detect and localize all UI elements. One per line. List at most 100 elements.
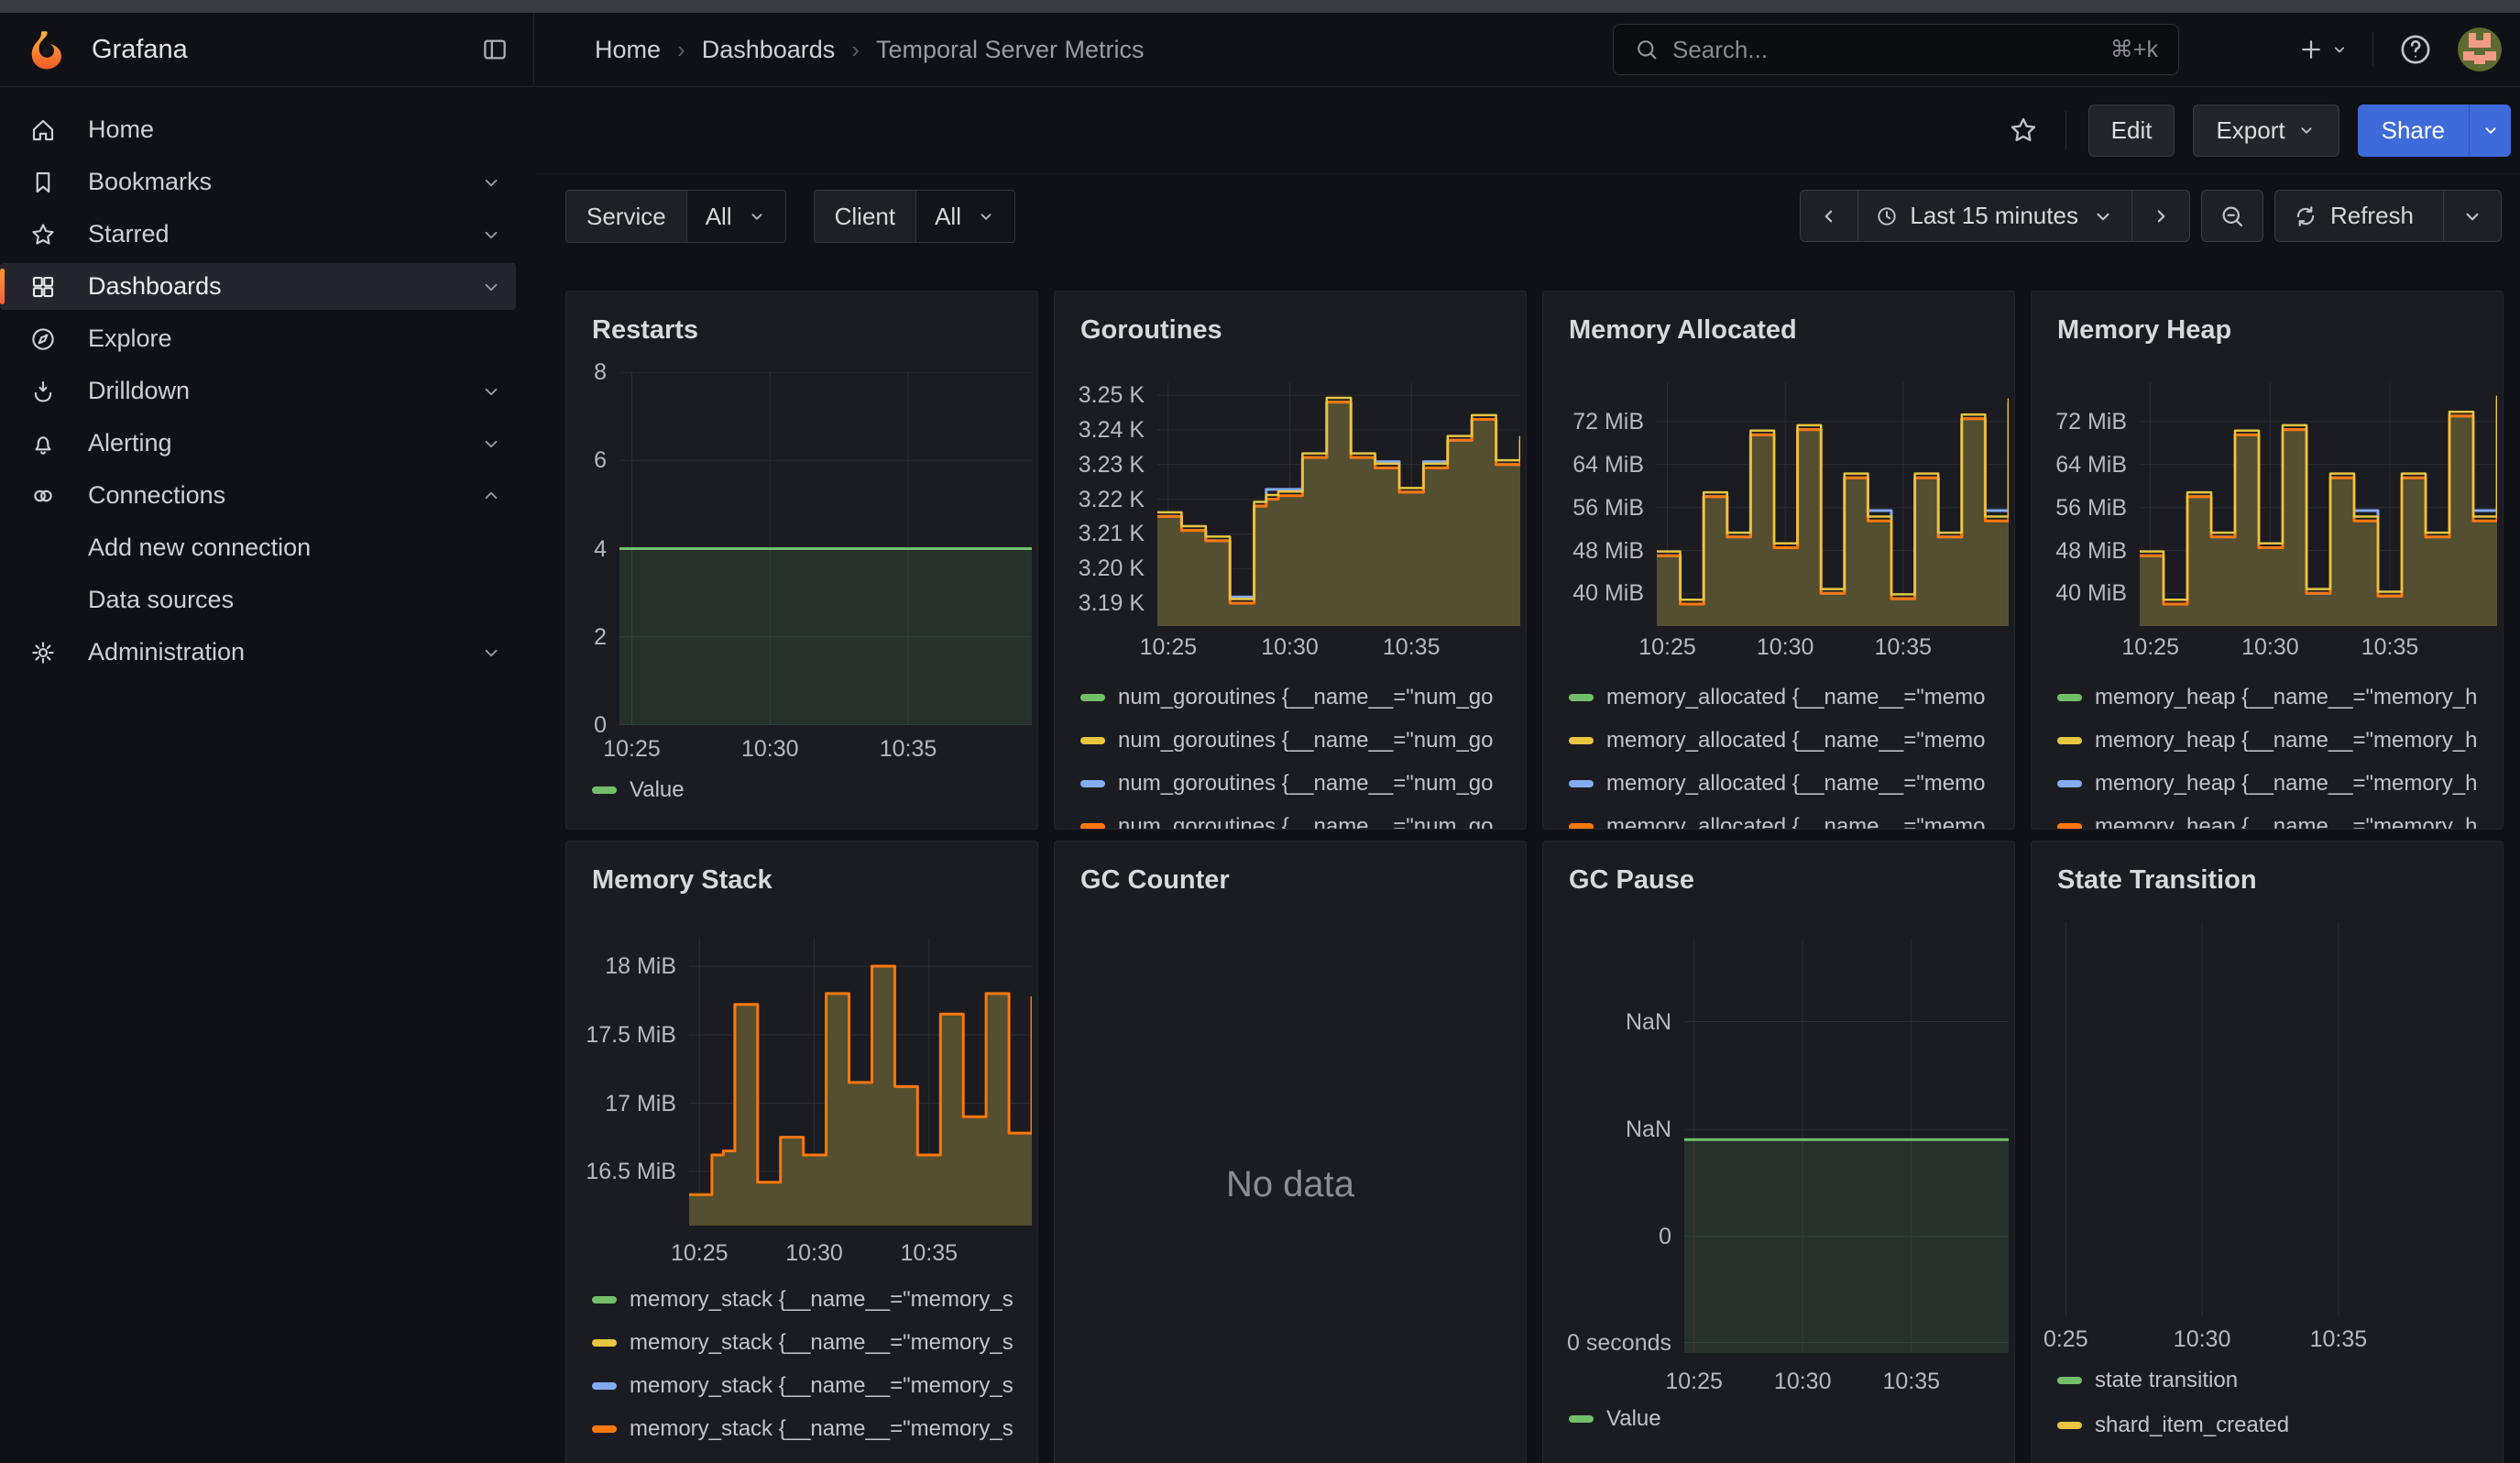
- star-outline-icon: [2008, 115, 2039, 146]
- zoom-out-icon: [2219, 203, 2246, 230]
- chart-plot-area[interactable]: [619, 372, 1032, 725]
- sidebar-item-home[interactable]: Home: [18, 106, 516, 153]
- chart-plot-area[interactable]: [2140, 382, 2497, 626]
- legend-swatch-icon: [1569, 780, 1594, 787]
- favorite-dashboard-button[interactable]: [2003, 110, 2043, 150]
- breadcrumb-home[interactable]: Home: [595, 36, 661, 64]
- legend-item[interactable]: num_goroutines {__name__="num_go: [1080, 686, 1507, 710]
- legend-item[interactable]: memory_stack {__name__="memory_s: [592, 1331, 1019, 1355]
- chart-plot-area[interactable]: [2041, 922, 2495, 1316]
- refresh-button[interactable]: Refresh: [2275, 191, 2444, 241]
- y-axis-tick: 0 seconds: [1543, 1330, 1671, 1357]
- legend-item[interactable]: memory_heap {__name__="memory_h: [2057, 772, 2484, 796]
- x-axis-tick: 10:35: [2339, 634, 2440, 661]
- breadcrumb-dashboards[interactable]: Dashboards: [702, 36, 836, 64]
- chevron-up-icon[interactable]: [479, 484, 503, 508]
- chevron-down-icon[interactable]: [479, 223, 503, 247]
- time-shift-back-button[interactable]: [1801, 191, 1858, 241]
- user-avatar[interactable]: [2458, 28, 2502, 72]
- legend-item[interactable]: num_goroutines {__name__="num_go: [1080, 772, 1507, 796]
- sidebar-item-label: Data sources: [88, 586, 234, 614]
- legend-label: memory_stack {__name__="memory_s: [630, 1331, 1013, 1355]
- sidebar-item-dashboards[interactable]: Dashboards: [0, 263, 516, 310]
- legend-item[interactable]: memory_heap {__name__="memory_h: [2057, 729, 2484, 753]
- legend-item[interactable]: memory_allocated {__name__="memo: [1569, 772, 1996, 796]
- chevron-down-icon[interactable]: [479, 641, 503, 665]
- x-axis-tick: 10:30: [764, 1240, 865, 1267]
- legend-item[interactable]: num_goroutines {__name__="num_go: [1080, 729, 1507, 753]
- legend-item[interactable]: shard_item_created: [2057, 1414, 2484, 1437]
- panel-title[interactable]: Memory Stack: [592, 865, 772, 896]
- legend-item[interactable]: memory_allocated {__name__="memo: [1569, 729, 1996, 753]
- time-range-picker[interactable]: Last 15 minutes: [1858, 191, 2132, 241]
- share-button[interactable]: Share: [2358, 104, 2469, 157]
- refresh-interval-button[interactable]: [2444, 191, 2501, 241]
- legend-item[interactable]: memory_allocated {__name__="memo: [1569, 815, 1996, 830]
- x-axis-tick: 10:35: [879, 1240, 980, 1267]
- panel-title[interactable]: State Transition: [2057, 865, 2257, 896]
- sidebar-item-label: Add new connection: [88, 534, 311, 562]
- legend-item[interactable]: memory_heap {__name__="memory_h: [2057, 815, 2484, 830]
- add-new-button[interactable]: [2297, 36, 2349, 63]
- sidebar-item-bookmarks[interactable]: Bookmarks: [18, 159, 516, 205]
- chevron-down-icon[interactable]: [479, 380, 503, 403]
- service-filter-value[interactable]: All: [687, 191, 785, 242]
- zoom-out-button[interactable]: [2202, 191, 2263, 241]
- chart-plot-area[interactable]: [689, 938, 1032, 1226]
- panel-title[interactable]: GC Pause: [1569, 865, 1694, 896]
- chart-plot-area[interactable]: [1684, 938, 2009, 1353]
- search-shortcut-hint: ⌘+k: [2110, 36, 2158, 63]
- panel-title[interactable]: Restarts: [592, 315, 698, 346]
- help-button[interactable]: [2397, 31, 2434, 68]
- header-divider: [2372, 32, 2373, 67]
- y-axis-tick: 3.20 K: [1055, 556, 1145, 582]
- dock-sidebar-toggle[interactable]: [475, 29, 515, 70]
- legend-item[interactable]: memory_stack {__name__="memory_s: [592, 1374, 1019, 1398]
- legend-item[interactable]: memory_stack {__name__="memory_s: [592, 1288, 1019, 1312]
- search-input[interactable]: Search... ⌘+k: [1613, 24, 2179, 75]
- chevron-down-icon[interactable]: [479, 275, 503, 299]
- sidebar-item-starred[interactable]: Starred: [18, 211, 516, 258]
- y-axis-tick: NaN: [1543, 1116, 1671, 1143]
- panel-title[interactable]: GC Counter: [1080, 865, 1230, 896]
- panel-title[interactable]: Goroutines: [1080, 315, 1222, 346]
- panel-toggle-icon: [480, 35, 509, 64]
- share-options-button[interactable]: [2469, 104, 2511, 157]
- chevron-right-icon: [2149, 204, 2173, 228]
- legend-swatch-icon: [2057, 780, 2082, 787]
- legend-item[interactable]: num_goroutines {__name__="num_go: [1080, 815, 1507, 830]
- export-button[interactable]: Export: [2193, 104, 2339, 157]
- sidebar-item-add-new-connection[interactable]: Add new connection: [18, 524, 516, 571]
- time-shift-forward-button[interactable]: [2132, 191, 2189, 241]
- panel-title[interactable]: Memory Allocated: [1569, 315, 1797, 346]
- legend-item[interactable]: memory_allocated {__name__="memo: [1569, 686, 1996, 710]
- sidebar-item-connections[interactable]: Connections: [18, 472, 516, 519]
- legend-item[interactable]: Value: [592, 778, 1019, 802]
- panel-grid: Restarts8642010:2510:3010:35ValueGorouti…: [565, 291, 2520, 1463]
- chevron-down-icon[interactable]: [479, 170, 503, 194]
- sidebar-item-alerting[interactable]: Alerting: [18, 420, 516, 467]
- chart-plot-area[interactable]: [1157, 382, 1520, 626]
- sidebar-item-data-sources[interactable]: Data sources: [18, 577, 516, 623]
- y-axis-tick: 56 MiB: [2032, 495, 2127, 522]
- legend-item[interactable]: memory_heap {__name__="memory_h: [2057, 686, 2484, 710]
- x-axis-tick: 10:35: [1861, 1369, 1962, 1395]
- sidebar-item-drilldown[interactable]: Drilldown: [18, 368, 516, 414]
- legend-item[interactable]: state transition: [2057, 1369, 2484, 1392]
- sidebar-item-administration[interactable]: Administration: [18, 629, 516, 676]
- chevron-down-icon[interactable]: [479, 432, 503, 456]
- legend-item[interactable]: Value: [1569, 1407, 1996, 1431]
- sidebar-item-explore[interactable]: Explore: [18, 315, 516, 362]
- service-filter[interactable]: Service All: [565, 190, 786, 243]
- legend-swatch-icon: [2057, 823, 2082, 830]
- x-axis-tick: 10:30: [2219, 634, 2320, 661]
- client-filter[interactable]: Client All: [814, 190, 1015, 243]
- edit-button[interactable]: Edit: [2088, 104, 2175, 157]
- chart-plot-area[interactable]: [1657, 382, 2009, 626]
- sidebar-item-label: Explore: [88, 324, 172, 353]
- client-filter-value[interactable]: All: [916, 191, 1014, 242]
- legend-item[interactable]: memory_stack {__name__="memory_s: [592, 1417, 1019, 1441]
- panel-title[interactable]: Memory Heap: [2057, 315, 2231, 346]
- plus-icon: [2297, 36, 2325, 63]
- x-axis-tick: 10:30: [1752, 1369, 1853, 1395]
